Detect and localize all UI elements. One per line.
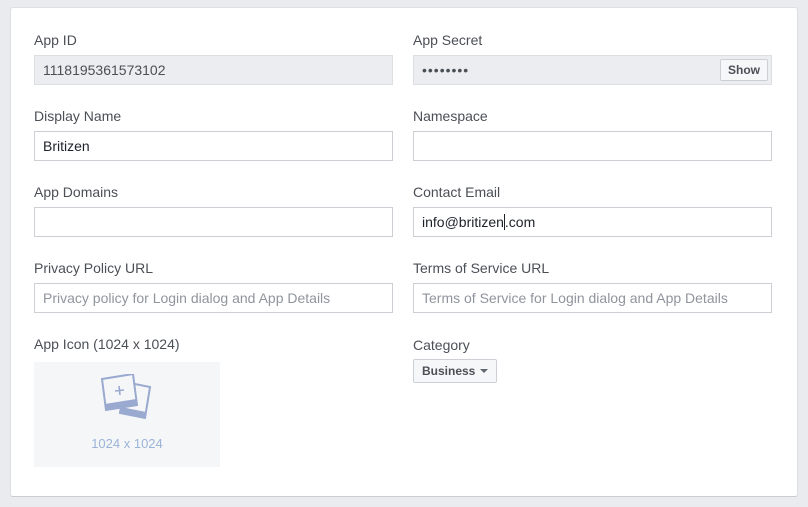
app-domains-label: App Domains (34, 184, 119, 200)
privacy-policy-url-input[interactable]: Privacy policy for Login dialog and App … (34, 283, 393, 313)
category-field: Category Business (413, 335, 772, 383)
show-secret-button[interactable]: Show (720, 59, 768, 81)
chevron-down-icon (480, 369, 489, 373)
app-secret-masked-value: •••••••• (422, 62, 470, 78)
namespace-field: Namespace (413, 106, 772, 161)
app-icon-field: App Icon (1024 x 1024) 1024 x 1024 (34, 334, 393, 467)
terms-of-service-url-input[interactable]: Terms of Service for Login dialog and Ap… (413, 283, 772, 313)
category-dropdown[interactable]: Business (413, 359, 498, 383)
namespace-input[interactable] (413, 131, 772, 161)
app-icon-size-text: 1024 x 1024 (91, 436, 163, 451)
app-settings-panel: App ID 1118195361573102 App Secret •••••… (10, 7, 798, 497)
app-domains-field: App Domains (34, 182, 393, 237)
app-secret-input[interactable]: •••••••• Show (413, 55, 772, 85)
terms-of-service-url-field: Terms of Service URL Terms of Service fo… (413, 258, 772, 313)
display-name-input[interactable]: Britizen (34, 131, 393, 161)
contact-email-value-start: info@britizen (422, 214, 504, 230)
terms-of-service-url-label: Terms of Service URL (413, 260, 550, 276)
contact-email-field: Contact Email info@britizen.com (413, 182, 772, 237)
app-secret-field: App Secret •••••••• Show (413, 30, 772, 85)
contact-email-label: Contact Email (413, 184, 501, 200)
contact-email-value-end: .com (504, 214, 536, 230)
add-photo-icon (100, 374, 152, 420)
contact-email-input[interactable]: info@britizen.com (413, 207, 772, 237)
privacy-policy-url-label: Privacy Policy URL (34, 260, 154, 276)
category-selected-value: Business (422, 364, 476, 378)
app-id-field: App ID 1118195361573102 (34, 30, 393, 85)
app-id-input[interactable]: 1118195361573102 (34, 55, 393, 85)
category-label: Category (413, 337, 470, 353)
privacy-policy-url-field: Privacy Policy URL Privacy policy for Lo… (34, 258, 393, 313)
app-icon-label: App Icon (1024 x 1024) (34, 336, 180, 352)
namespace-label: Namespace (413, 108, 488, 124)
app-domains-input[interactable] (34, 207, 393, 237)
app-secret-label: App Secret (413, 32, 483, 48)
display-name-field: Display Name Britizen (34, 106, 393, 161)
app-icon-upload[interactable]: 1024 x 1024 (34, 362, 220, 467)
display-name-label: Display Name (34, 108, 122, 124)
app-id-label: App ID (34, 32, 77, 48)
